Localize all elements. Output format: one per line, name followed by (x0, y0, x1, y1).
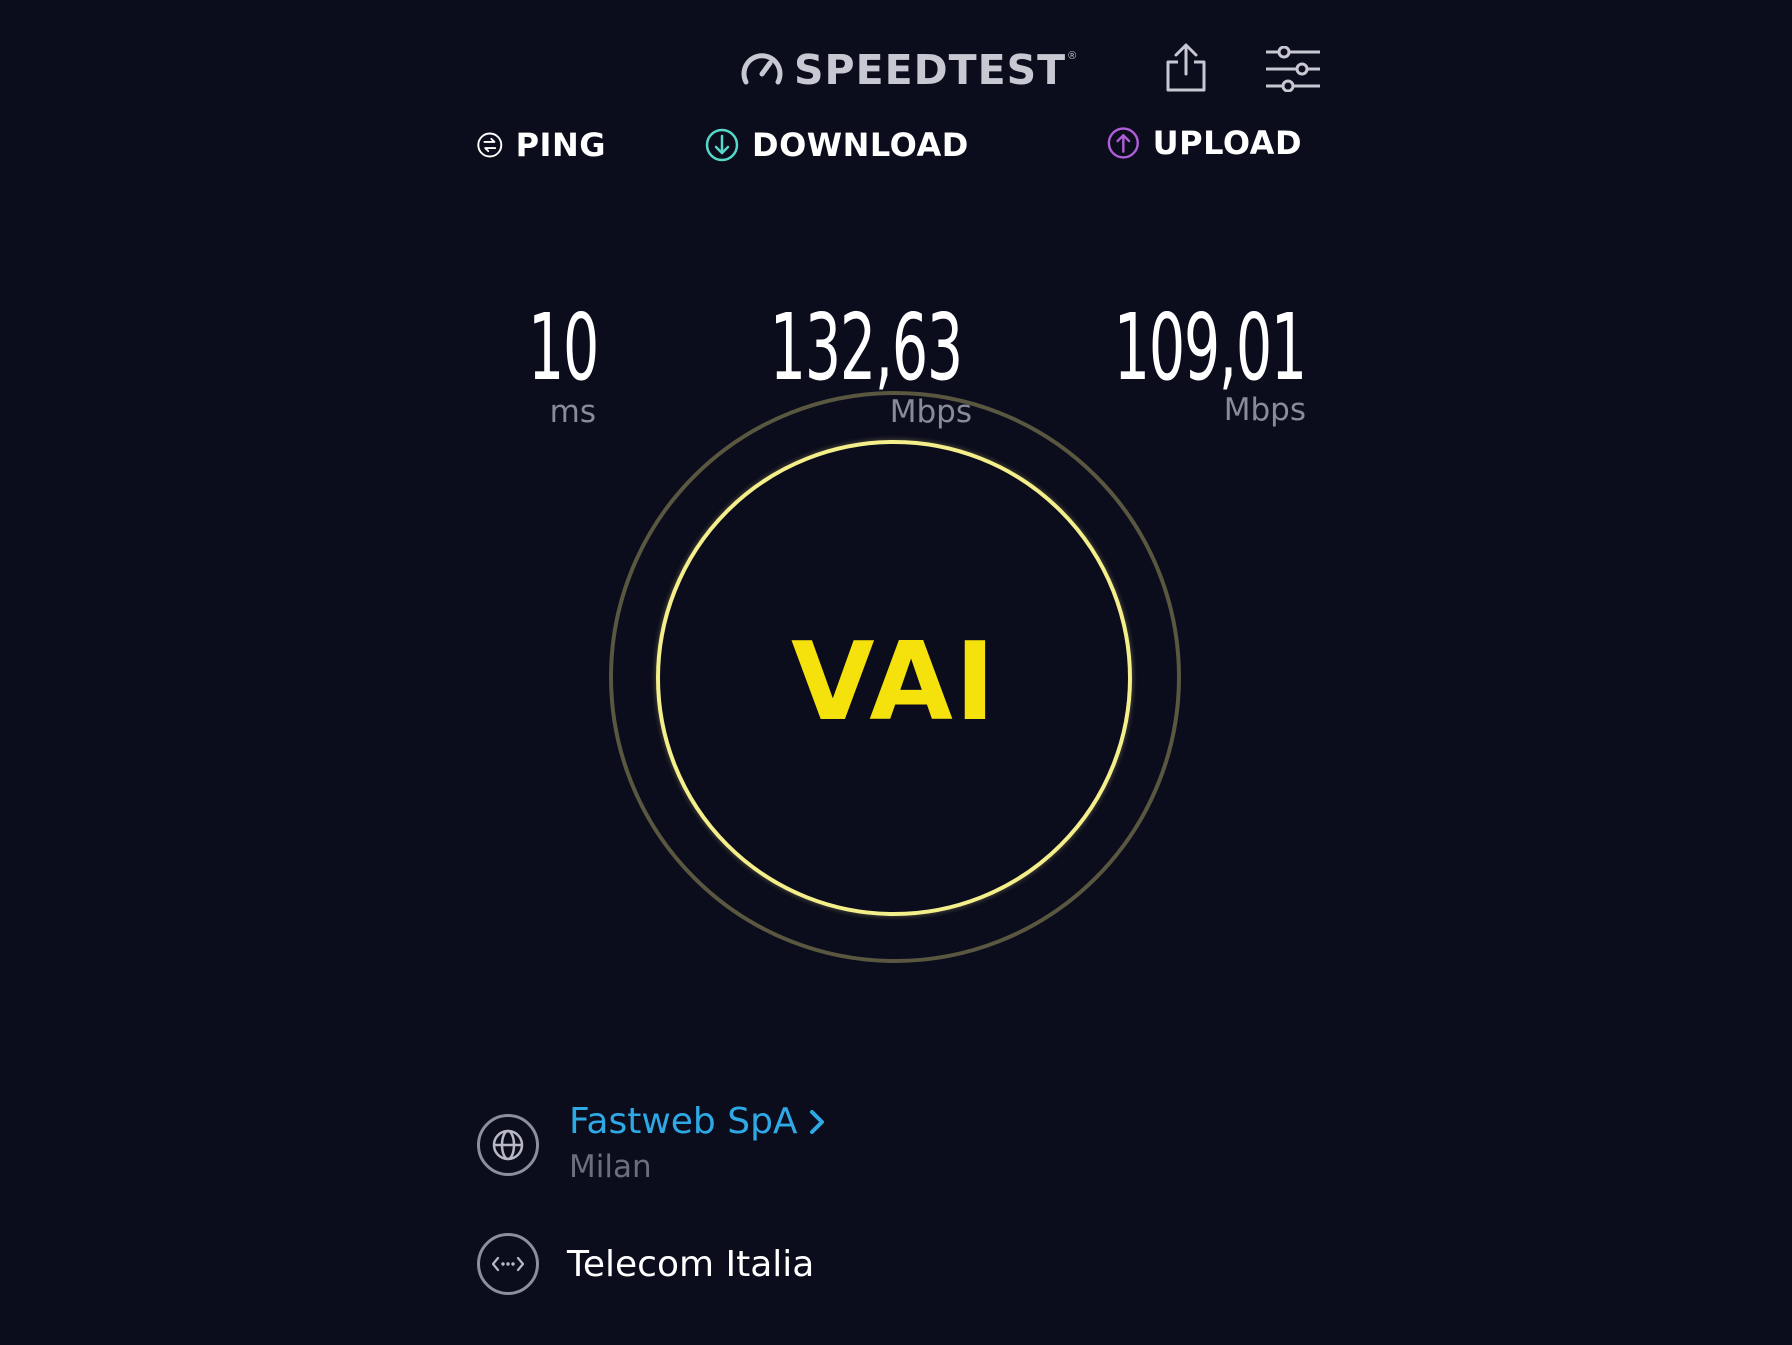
connection-icon (491, 1256, 525, 1272)
brand-name: SPEEDTEST (794, 46, 1067, 94)
server-change-link[interactable]: Fastweb SpA (569, 1101, 826, 1142)
download-arrow-icon (705, 128, 739, 162)
download-metric: DOWNLOAD 132,63 Mbps (704, 126, 972, 430)
server-selector-icon[interactable] (477, 1114, 539, 1176)
ping-label: PING (515, 126, 606, 164)
server-city: Milan (569, 1149, 652, 1185)
ping-metric: PING 10 ms (476, 126, 606, 430)
settings-sliders-icon[interactable] (1264, 46, 1322, 92)
go-button-area: VAI (606, 391, 1188, 973)
trademark: ® (1068, 50, 1077, 62)
upload-value: 109,01 (1113, 294, 1307, 401)
isp-name: Telecom Italia (567, 1244, 815, 1285)
chevron-right-icon (809, 1109, 824, 1134)
server-name: Fastweb SpA (569, 1101, 798, 1142)
go-button[interactable]: VAI (656, 440, 1132, 916)
download-label: DOWNLOAD (752, 126, 969, 164)
speedtest-screen: SPEEDTEST ® PING 10 ms DOWNLOAD 132,63 M… (0, 0, 1792, 1345)
speedometer-icon (741, 53, 783, 85)
speedtest-logo: SPEEDTEST ® (738, 44, 1076, 96)
isp-icon-circle (477, 1233, 539, 1295)
go-label: VAI (790, 619, 998, 745)
download-value: 132,63 (769, 294, 963, 401)
upload-unit: Mbps (1223, 392, 1306, 428)
globe-icon (492, 1129, 524, 1161)
upload-label: UPLOAD (1152, 124, 1302, 162)
ping-icon (477, 132, 503, 158)
upload-arrow-icon (1107, 127, 1139, 159)
ping-unit: ms (549, 394, 596, 430)
ping-value: 10 (527, 294, 599, 401)
share-icon[interactable] (1162, 42, 1210, 94)
upload-metric: UPLOAD 109,01 Mbps (1106, 124, 1307, 428)
